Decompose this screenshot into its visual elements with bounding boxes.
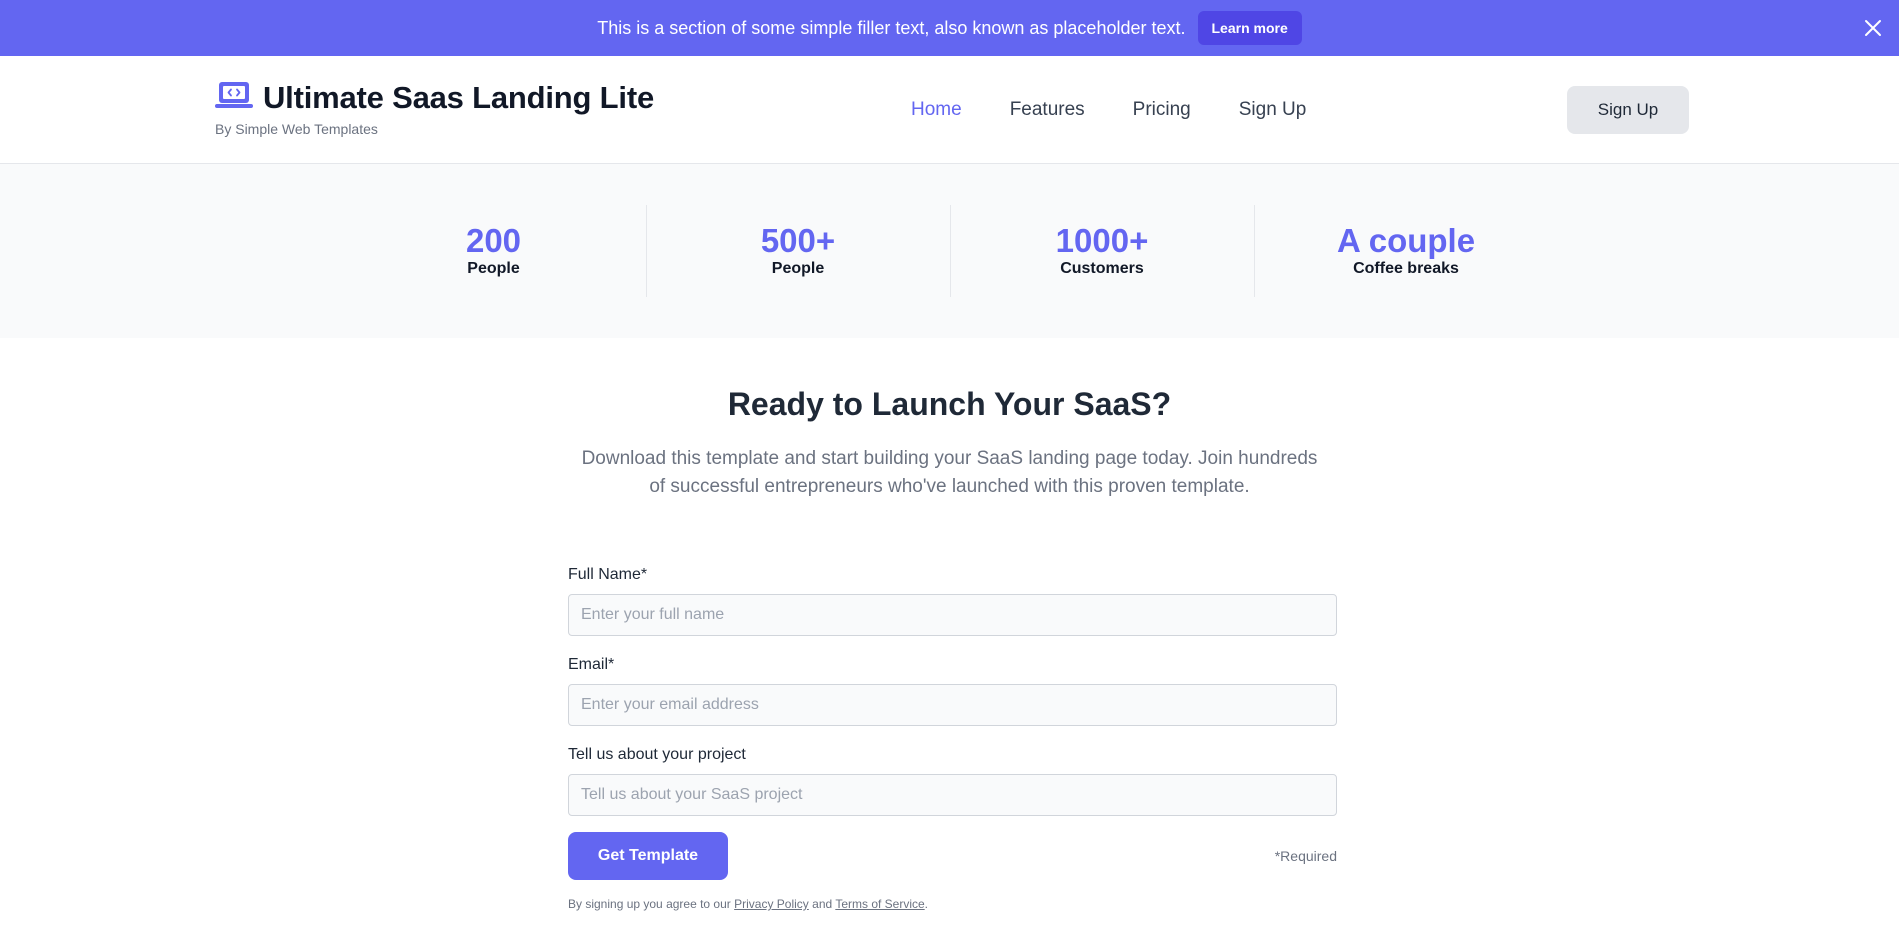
form-actions: Get Template *Required xyxy=(568,832,1337,880)
stat-item: 200 People xyxy=(342,205,646,297)
legal-suffix: . xyxy=(924,897,929,911)
announcement-banner: This is a section of some simple filler … xyxy=(0,0,1899,56)
nav-item-pricing[interactable]: Pricing xyxy=(1133,99,1191,121)
stat-value: 200 xyxy=(465,221,522,259)
full-name-input[interactable] xyxy=(568,594,1337,636)
legal-and: and xyxy=(812,897,833,911)
stat-value: A couple xyxy=(1336,221,1476,259)
nav-item-sign-up[interactable]: Sign Up xyxy=(1239,99,1307,121)
laptop-code-icon xyxy=(215,81,253,116)
terms-of-service-link[interactable]: Terms of Service xyxy=(835,897,924,911)
header-sign-up-button[interactable]: Sign Up xyxy=(1567,86,1689,134)
main-nav: Home Features Pricing Sign Up xyxy=(911,56,1306,164)
learn-more-button[interactable]: Learn more xyxy=(1197,11,1302,45)
privacy-policy-link[interactable]: Privacy Policy xyxy=(734,897,809,911)
stat-value: 500+ xyxy=(760,221,836,259)
brand-title: Ultimate Saas Landing Lite xyxy=(263,80,654,115)
stat-item: 500+ People xyxy=(645,205,950,297)
banner-text: This is a section of some simple filler … xyxy=(597,17,1186,38)
nav-item-features[interactable]: Features xyxy=(1010,99,1085,121)
full-name-label: Full Name* xyxy=(568,566,648,583)
cta-section: Ready to Launch Your SaaS? Download this… xyxy=(0,386,1899,501)
close-icon[interactable] xyxy=(1859,14,1887,42)
brand[interactable]: Ultimate Saas Landing Lite By Simple Web… xyxy=(215,80,654,137)
required-note: *Required xyxy=(1274,848,1337,864)
stat-label: Customers xyxy=(1060,260,1144,278)
email-input[interactable] xyxy=(568,684,1337,726)
stat-item: A couple Coffee breaks xyxy=(1253,205,1558,297)
stat-value: 1000+ xyxy=(1055,221,1149,259)
cta-description: Download this template and start buildin… xyxy=(581,448,1318,497)
stat-label: People xyxy=(771,260,825,278)
legal-text: By signing up you agree to our Privacy P… xyxy=(568,897,1337,911)
email-label: Email* xyxy=(568,656,615,673)
signup-form: Full Name* Email* Tell us about your pro… xyxy=(568,566,1337,911)
site-header: Ultimate Saas Landing Lite By Simple Web… xyxy=(0,56,1899,164)
stat-item: 1000+ Customers xyxy=(949,205,1254,297)
project-label: Tell us about your project xyxy=(568,746,746,763)
stat-label: Coffee breaks xyxy=(1353,260,1459,278)
stats-section: 200 People 500+ People 1000+ Customers A… xyxy=(0,164,1899,338)
get-template-button[interactable]: Get Template xyxy=(568,832,728,880)
brand-subtitle: By Simple Web Templates xyxy=(215,121,378,137)
cta-title: Ready to Launch Your SaaS? xyxy=(727,386,1172,422)
legal-prefix: By signing up you agree to our xyxy=(568,897,731,911)
stat-label: People xyxy=(467,260,520,278)
project-input[interactable] xyxy=(568,774,1337,816)
nav-item-home[interactable]: Home xyxy=(911,99,962,121)
